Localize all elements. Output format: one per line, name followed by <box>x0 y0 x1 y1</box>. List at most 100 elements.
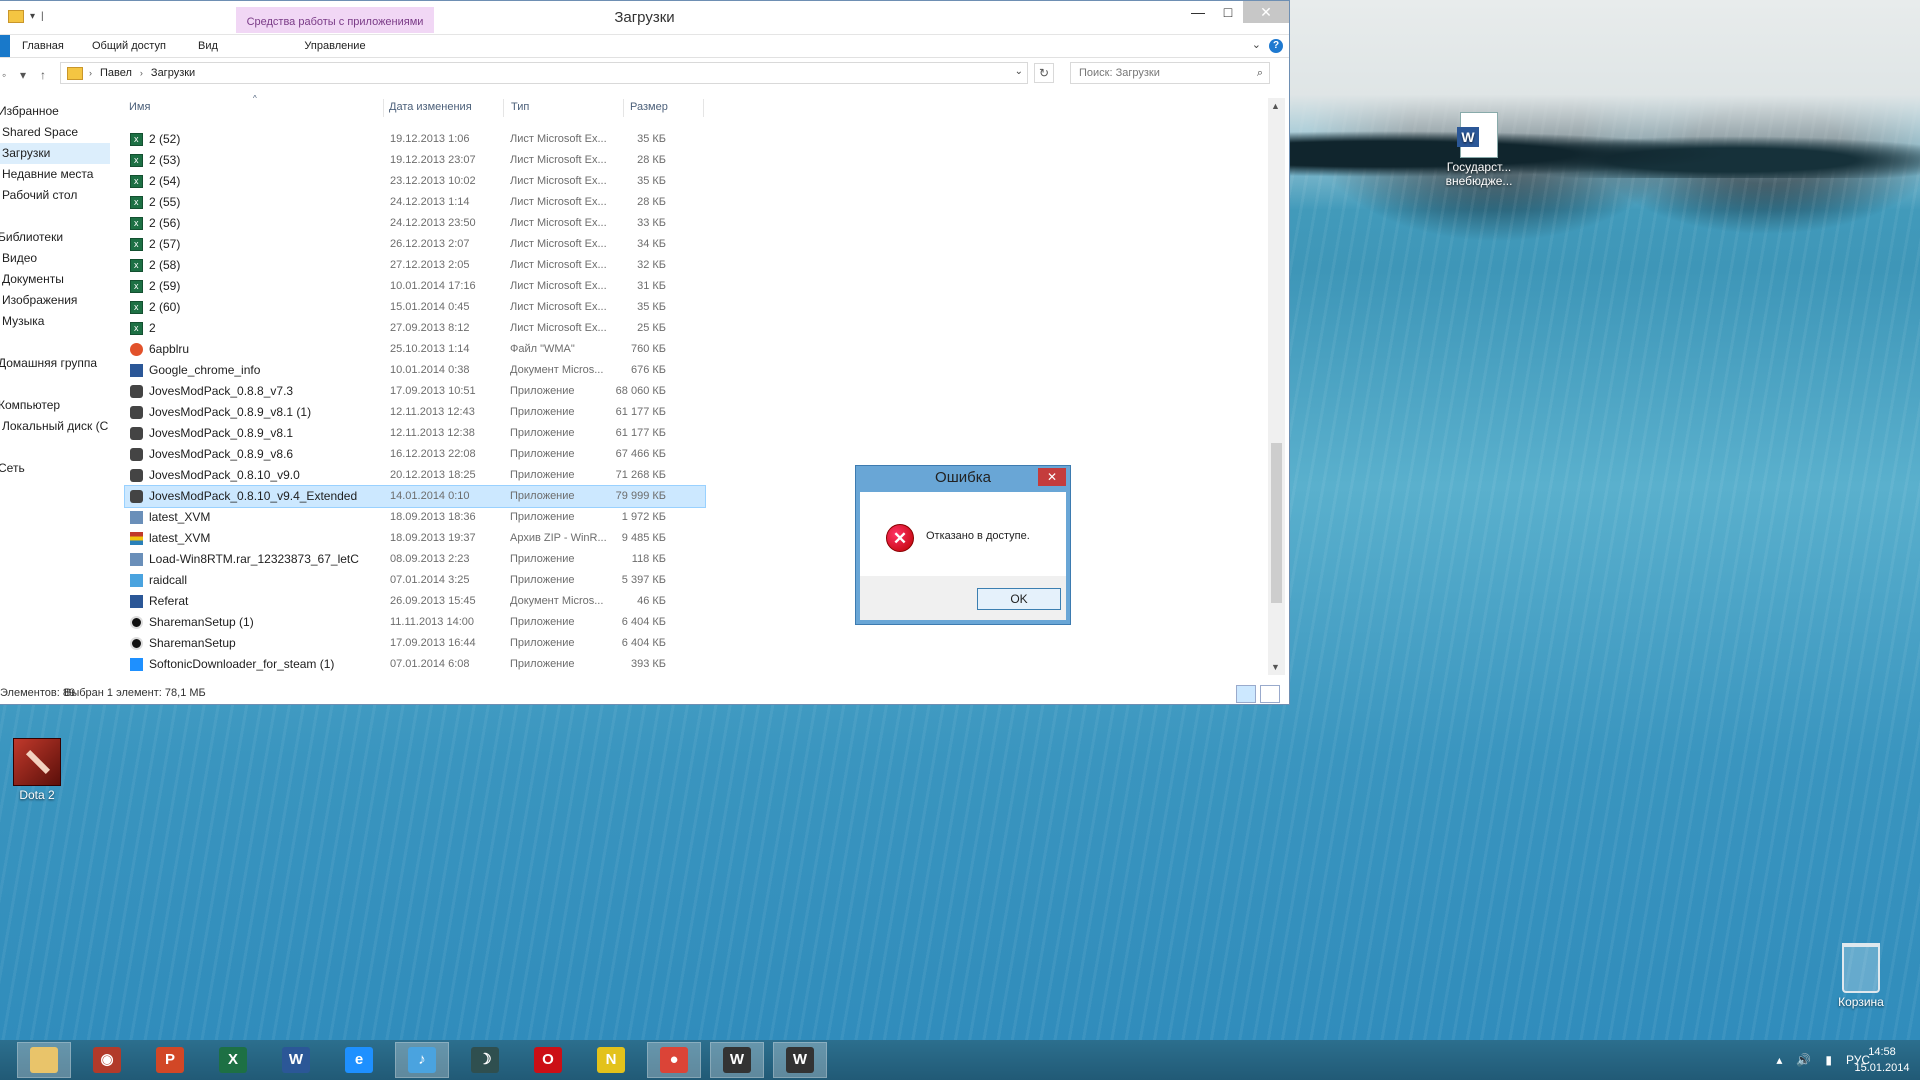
address-dropdown-icon[interactable]: ⌄ <box>1015 66 1023 77</box>
scroll-thumb[interactable] <box>1271 443 1282 603</box>
nav-item[interactable]: Изображения <box>0 290 110 311</box>
clock[interactable]: 14:58 15.01.2014 <box>1852 1044 1912 1076</box>
tab-manage[interactable]: Управление <box>236 40 434 52</box>
taskbar-navi-app[interactable]: N <box>585 1043 637 1077</box>
refresh-button[interactable]: ↻ <box>1034 63 1054 83</box>
maximize-button[interactable]: □ <box>1213 1 1243 23</box>
file-row[interactable]: 2 (52)19.12.2013 1:06Лист Microsoft Ex..… <box>125 129 705 150</box>
tab-share[interactable]: Общий доступ <box>92 40 166 52</box>
details-view-icon[interactable] <box>1236 685 1256 703</box>
file-row[interactable]: JovesModPack_0.8.9_v8.6 16.12.2013 22:08 П… <box>125 444 705 465</box>
desktop-icon-recycle-bin[interactable]: Корзина <box>1818 943 1904 1009</box>
tab-home[interactable]: Главная <box>22 40 64 52</box>
large-icons-view-icon[interactable] <box>1260 685 1280 703</box>
taskbar-music-app[interactable]: ♪ <box>395 1042 449 1078</box>
taskbar-game-client[interactable]: ◉ <box>81 1043 133 1077</box>
breadcrumb-chevron-icon[interactable]: › <box>89 68 92 78</box>
nav-group[interactable]: Библиотеки <box>0 227 110 248</box>
nav-item[interactable]: Рабочий стол <box>0 185 110 206</box>
breadcrumb-segment[interactable]: Павел <box>100 67 132 79</box>
file-row[interactable]: 2 (60)15.01.2014 0:45Лист Microsoft Ex..… <box>125 297 705 318</box>
column-header-size[interactable]: Размер <box>630 101 668 113</box>
help-icon[interactable]: ? <box>1269 39 1283 53</box>
file-row[interactable]: 2 (59)10.01.2014 17:16Лист Microsoft Ex.… <box>125 276 705 297</box>
nav-item[interactable]: Локальный диск (C <box>0 416 110 437</box>
close-button[interactable]: ✕ <box>1243 1 1289 23</box>
taskbar-powerpoint[interactable]: P <box>144 1043 196 1077</box>
file-row[interactable]: JovesModPack_0.8.9_v8.1 (1) 12.11.2013 12… <box>125 402 705 423</box>
column-header-name[interactable]: Имя <box>129 101 150 113</box>
file-name: latest_XVM <box>149 510 211 524</box>
file-row[interactable]: 2 (57)26.12.2013 2:07Лист Microsoft Ex..… <box>125 234 705 255</box>
desktop-icon-dota[interactable]: Dota 2 <box>0 738 80 802</box>
breadcrumb-segment[interactable]: Загрузки <box>151 67 195 79</box>
forward-button[interactable]: ◦ <box>2 68 6 82</box>
vertical-scrollbar[interactable]: ▲ ▼ <box>1268 98 1285 675</box>
address-bar[interactable]: › Павел › Загрузки ⌄ <box>60 62 1028 84</box>
nav-group[interactable]: Избранное <box>0 101 110 122</box>
title-bar[interactable]: ▾ | Средства работы с приложениями Загру… <box>0 1 1289 35</box>
file-row[interactable]: 2 (56)24.12.2013 23:50Лист Microsoft Ex.… <box>125 213 705 234</box>
column-divider[interactable] <box>383 99 384 117</box>
column-divider[interactable] <box>503 99 504 117</box>
minimize-button[interactable]: — <box>1183 1 1213 23</box>
taskbar-world-of-tanks-2[interactable]: W <box>773 1042 827 1078</box>
taskbar-internet-explorer[interactable]: e <box>333 1043 385 1077</box>
nav-item[interactable]: Загрузки <box>0 143 110 164</box>
ribbon-expand-icon[interactable]: ⌄ <box>1252 38 1261 51</box>
breadcrumb-chevron-icon[interactable]: › <box>140 68 143 78</box>
file-row[interactable]: Referat 26.09.2013 15:45 Документ Micros..… <box>125 591 705 612</box>
taskbar-moon-app[interactable]: ☽ <box>459 1043 511 1077</box>
file-row[interactable]: 2 (54)23.12.2013 10:02Лист Microsoft Ex.… <box>125 171 705 192</box>
nav-group[interactable]: Домашняя группа <box>0 353 110 374</box>
nav-group[interactable]: Сеть <box>0 458 110 479</box>
up-arrow-icon[interactable]: ↑ <box>40 68 46 82</box>
network-icon[interactable]: ▮ <box>1825 1053 1832 1067</box>
file-row[interactable]: latest_XVM 18.09.2013 19:37 Архив ZIP - Wi… <box>125 528 705 549</box>
dialog-close-button[interactable]: ✕ <box>1038 468 1066 486</box>
nav-group[interactable]: Компьютер <box>0 395 110 416</box>
file-row[interactable]: raidcall 07.01.2014 3:25 Приложение 5 397 К… <box>125 570 705 591</box>
file-row[interactable]: JovesModPack_0.8.10_v9.0 20.12.2013 18:25… <box>125 465 705 486</box>
file-row[interactable]: JovesModPack_0.8.9_v8.1 12.11.2013 12:38 П… <box>125 423 705 444</box>
file-row[interactable]: 2 (58)27.12.2013 2:05Лист Microsoft Ex..… <box>125 255 705 276</box>
ok-button[interactable]: OK <box>977 588 1061 610</box>
tab-file[interactable] <box>0 35 10 57</box>
nav-item[interactable]: Документы <box>0 269 110 290</box>
tab-view[interactable]: Вид <box>198 40 218 52</box>
nav-item[interactable]: Shared Space <box>0 122 110 143</box>
nav-item[interactable]: Видео <box>0 248 110 269</box>
file-row[interactable]: JovesModPack_0.8.10_v9.4_Extended 14.01.2… <box>124 485 706 508</box>
column-header-date[interactable]: Дата изменения <box>389 101 472 113</box>
file-row[interactable]: SharemanSetup (1) 11.11.2013 14:00 Приложе… <box>125 612 705 633</box>
column-header-type[interactable]: Тип <box>511 101 529 113</box>
scroll-up-icon[interactable]: ▲ <box>1271 101 1280 111</box>
file-row[interactable]: 2 (55)24.12.2013 1:14Лист Microsoft Ex..… <box>125 192 705 213</box>
file-row[interactable]: SoftonicDownloader_for_steam (1) 07.01.20… <box>125 654 705 675</box>
column-divider[interactable] <box>623 99 624 117</box>
volume-icon[interactable]: 🔊 <box>1796 1053 1811 1067</box>
taskbar-explorer[interactable] <box>17 1042 71 1078</box>
file-row[interactable]: 2 (53)19.12.2013 23:07Лист Microsoft Ex.… <box>125 150 705 171</box>
nav-item[interactable]: Недавние места <box>0 164 110 185</box>
search-icon[interactable]: ⌕ <box>1257 63 1263 83</box>
recent-dropdown-icon[interactable]: ▾ <box>20 68 26 82</box>
file-row[interactable]: JovesModPack_0.8.8_v7.3 17.09.2013 10:51 П… <box>125 381 705 402</box>
taskbar-excel[interactable]: X <box>207 1043 259 1077</box>
taskbar-chrome[interactable]: ● <box>647 1042 701 1078</box>
file-row[interactable]: 227.09.2013 8:12Лист Microsoft Ex...25 К… <box>125 318 705 339</box>
nav-item[interactable]: Музыка <box>0 311 110 332</box>
file-row[interactable]: 6apblru 25.10.2013 1:14 Файл "WMA" 760 КБ <box>125 339 705 360</box>
tray-expand-icon[interactable]: ▴ <box>1776 1053 1782 1067</box>
scroll-down-icon[interactable]: ▼ <box>1271 662 1280 672</box>
taskbar-word[interactable]: W <box>270 1043 322 1077</box>
taskbar-opera[interactable]: O <box>522 1043 574 1077</box>
column-divider[interactable] <box>703 99 704 117</box>
file-row[interactable]: Google_chrome_info 10.01.2014 0:38 Докумен… <box>125 360 705 381</box>
taskbar-world-of-tanks[interactable]: W <box>710 1042 764 1078</box>
file-row[interactable]: SharemanSetup 17.09.2013 16:44 Приложение 6… <box>125 633 705 654</box>
search-input[interactable]: Поиск: Загрузки ⌕ <box>1070 62 1270 84</box>
file-row[interactable]: latest_XVM 18.09.2013 18:36 Приложение 1 97… <box>125 507 705 528</box>
file-row[interactable]: Load-Win8RTM.rar_12323873_67_letC 08.09.2… <box>125 549 705 570</box>
desktop-icon-word-doc[interactable]: W Государст... внебюдже... <box>1436 112 1522 188</box>
